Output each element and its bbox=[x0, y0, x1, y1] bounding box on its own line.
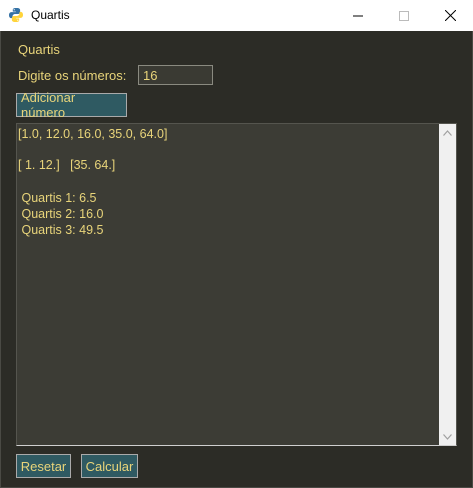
scroll-up-arrow-icon[interactable] bbox=[439, 124, 456, 141]
minimize-button[interactable] bbox=[335, 0, 381, 31]
add-number-button[interactable]: Adicionar número bbox=[16, 90, 127, 120]
window-title: Quartis bbox=[31, 8, 70, 22]
minimize-icon bbox=[353, 15, 363, 16]
scroll-down-arrow-icon[interactable] bbox=[439, 428, 456, 445]
output-line: Quartis 1: 6.5 bbox=[18, 191, 97, 205]
title-bar: Quartis bbox=[0, 0, 473, 31]
app-heading: Quartis bbox=[18, 42, 60, 57]
close-icon bbox=[444, 10, 456, 21]
number-prompt-label: Digite os números: bbox=[18, 68, 127, 83]
maximize-icon bbox=[399, 10, 409, 21]
calculate-button[interactable]: Calcular bbox=[81, 454, 138, 478]
close-button[interactable] bbox=[427, 0, 473, 31]
output-line: Quartis 3: 49.5 bbox=[18, 223, 104, 237]
vertical-scrollbar[interactable] bbox=[439, 124, 456, 445]
output-text-area[interactable]: [1.0, 12.0, 16.0, 35.0, 64.0] [ 1. 12.] … bbox=[16, 123, 457, 446]
reset-button[interactable]: Resetar bbox=[16, 454, 71, 478]
number-input[interactable] bbox=[138, 65, 213, 85]
output-line: [ 1. 12.] [35. 64.] bbox=[18, 158, 116, 172]
maximize-button[interactable] bbox=[381, 0, 427, 31]
python-icon bbox=[8, 7, 24, 23]
output-line: Quartis 2: 16.0 bbox=[18, 207, 104, 221]
output-line: [1.0, 12.0, 16.0, 35.0, 64.0] bbox=[18, 127, 168, 141]
